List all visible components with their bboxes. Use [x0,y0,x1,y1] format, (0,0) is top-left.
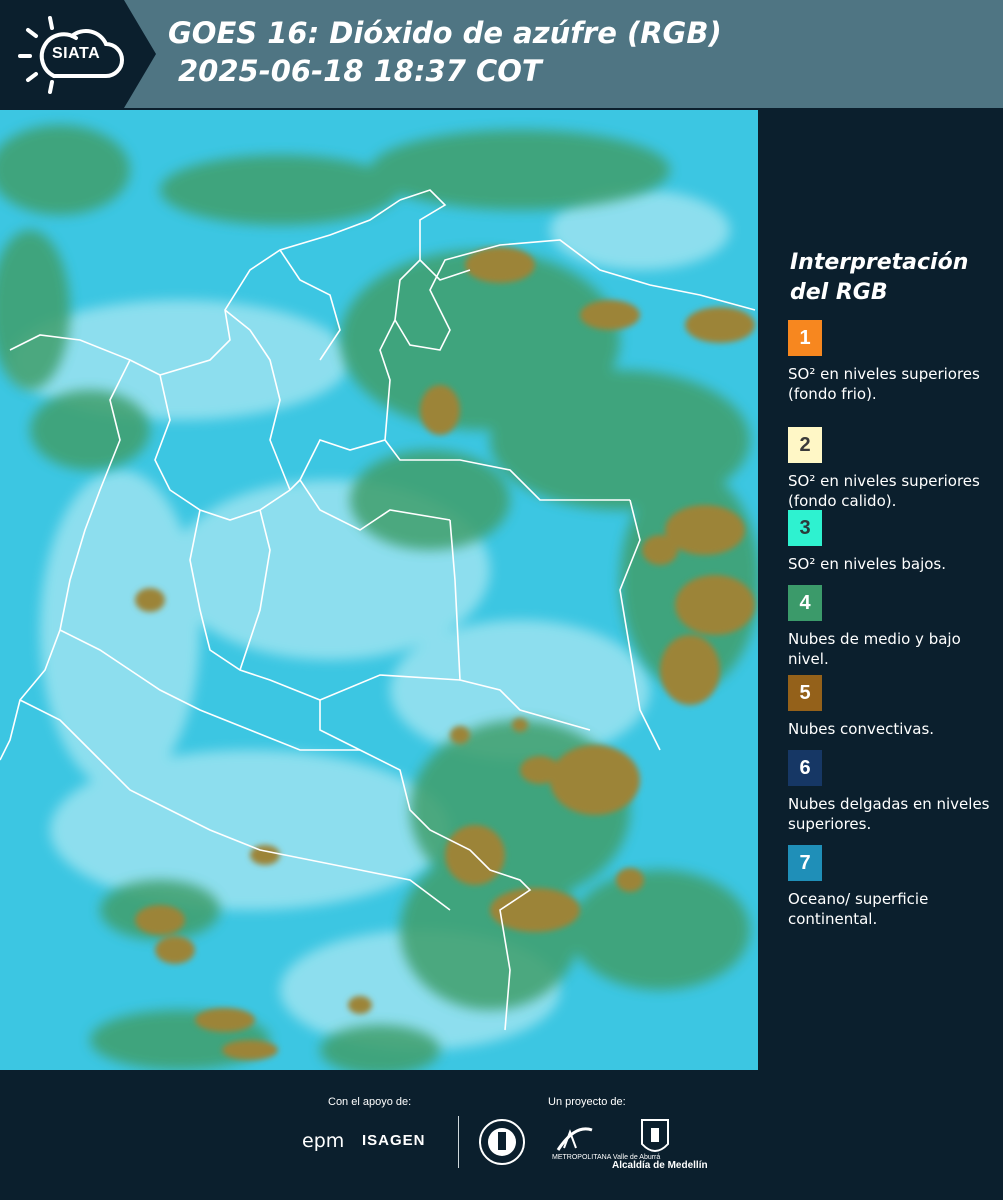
satellite-map [0,110,758,1070]
legend-label: Nubes delgadas en niveles superiores. [788,795,990,833]
legend-label: Oceano/ superficie continental. [788,890,929,928]
alcaldia-shield-icon [641,1119,669,1152]
isagen-logo: ISAGEN [362,1132,426,1149]
legend-panel: Interpretación del RGB 1 SO² en niveles s… [760,110,1003,1070]
page-timestamp: 2025-06-18 18:37 COT [178,54,542,88]
legend-item-7: 7 Oceano/ superficie continental. [788,845,998,929]
footer-divider [458,1116,459,1168]
epm-logo: epm [302,1130,345,1152]
legend-item-1: 1 SO² en niveles superiores (fondo frio). [788,320,998,404]
support-label: Con el apoyo de: [328,1096,412,1108]
legend-swatch: 5 [788,675,822,711]
medellin-seal-icon [479,1119,525,1165]
legend-item-6: 6 Nubes delgadas en niveles superiores. [788,750,998,834]
legend-swatch: 6 [788,750,822,786]
legend-swatch: 2 [788,427,822,463]
legend-label: SO² en niveles superiores (fondo frio). [788,365,980,403]
header: SIATA GOES 16: Dióxido de azúfre (RGB) 2… [0,0,1003,108]
legend-label: Nubes de medio y bajo nivel. [788,630,961,668]
legend-item-2: 2 SO² en niveles superiores (fondo calido… [788,427,998,511]
footer: Con el apoyo de: Un proyecto de: epm ISA… [0,1070,1003,1200]
legend-swatch: 7 [788,845,822,881]
legend-swatch: 3 [788,510,822,546]
page-title: GOES 16: Dióxido de azúfre (RGB) [168,16,722,50]
project-label: Un proyecto de: [548,1096,626,1108]
legend-item-4: 4 Nubes de medio y bajo nivel. [788,585,998,669]
legend-label: SO² en niveles superiores (fondo calido)… [788,472,980,510]
alcaldia-text: Alcaldía de Medellín [612,1160,708,1171]
legend-item-3: 3 SO² en niveles bajos. [788,510,998,574]
legend-label: Nubes convectivas. [788,720,935,738]
logo-text: SIATA [52,45,101,62]
legend-label: SO² en niveles bajos. [788,555,947,573]
legend-title: Interpretación del RGB [790,250,969,305]
legend-item-5: 5 Nubes convectivas. [788,675,998,739]
legend-swatch: 4 [788,585,822,621]
legend-swatch: 1 [788,320,822,356]
